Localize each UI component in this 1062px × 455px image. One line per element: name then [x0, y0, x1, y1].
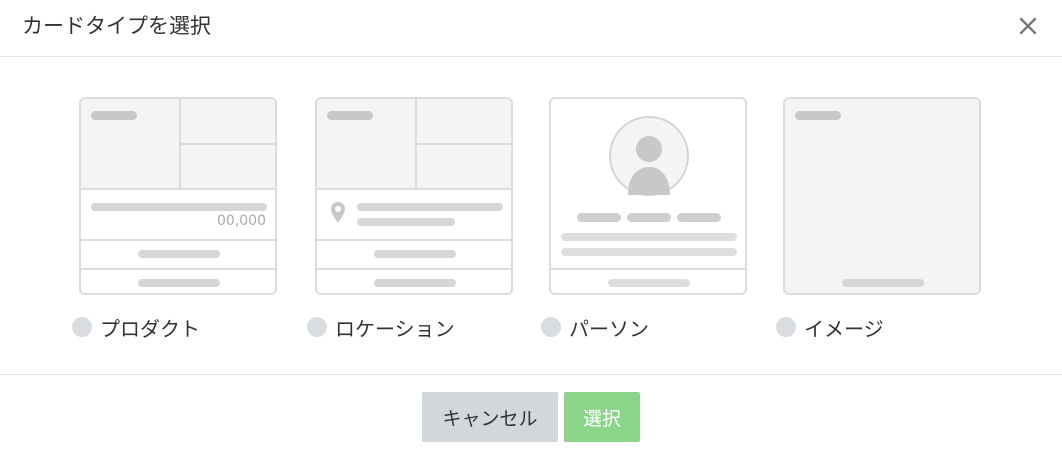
- product-card-preview[interactable]: 00,000: [79, 97, 277, 295]
- option-person[interactable]: パーソン: [541, 313, 649, 341]
- map-pin-icon: [330, 201, 346, 225]
- cancel-button[interactable]: キャンセル: [422, 392, 558, 442]
- person-icon: [608, 115, 690, 197]
- image-card-preview[interactable]: [783, 97, 981, 295]
- option-location[interactable]: ロケーション: [307, 313, 455, 341]
- image-label: イメージ: [804, 316, 884, 341]
- dialog-title: カードタイプを選択: [22, 14, 211, 38]
- option-image[interactable]: イメージ: [776, 313, 884, 341]
- select-button[interactable]: 選択: [564, 392, 640, 442]
- product-price-placeholder: 00,000: [217, 213, 266, 229]
- location-card-preview[interactable]: [315, 97, 513, 295]
- person-label: パーソン: [569, 316, 649, 341]
- location-label: ロケーション: [335, 316, 455, 341]
- image-radio[interactable]: [776, 317, 796, 337]
- dialog-header: カードタイプを選択: [0, 0, 1062, 57]
- product-label: プロダクト: [100, 316, 200, 341]
- location-radio[interactable]: [307, 317, 327, 337]
- product-radio[interactable]: [72, 317, 92, 337]
- close-icon[interactable]: [1012, 10, 1044, 42]
- person-radio[interactable]: [541, 317, 561, 337]
- option-product[interactable]: プロダクト: [72, 313, 200, 341]
- person-card-preview[interactable]: [549, 97, 747, 295]
